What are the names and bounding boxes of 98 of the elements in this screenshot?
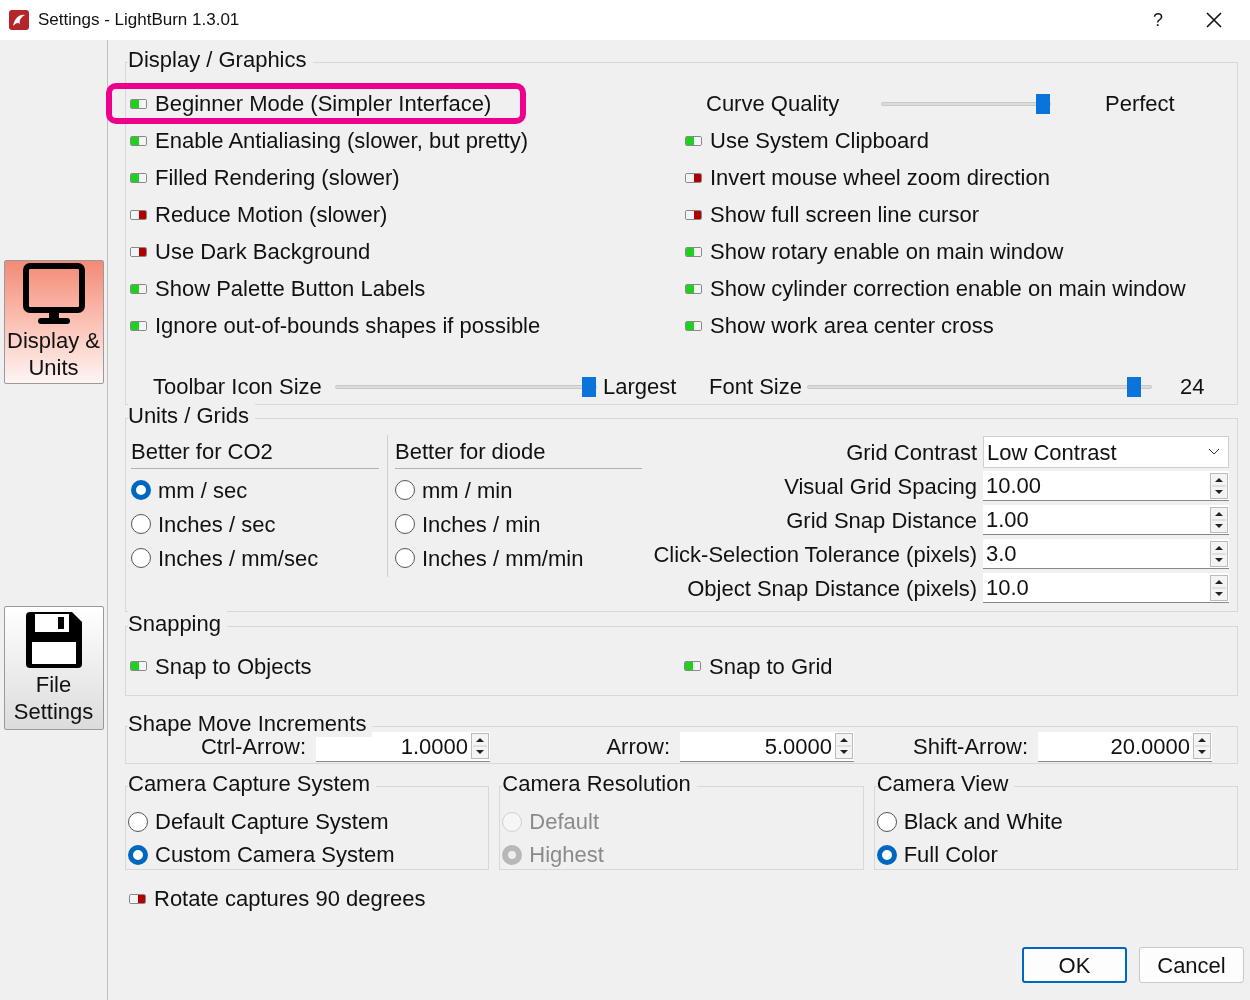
toggle-switch[interactable] — [130, 135, 147, 146]
field-label: Click-Selection Tolerance (pixels) — [653, 540, 977, 569]
toggle-label: Reduce Motion (slower) — [155, 201, 388, 229]
slider-label: Toolbar Icon Size — [153, 373, 323, 401]
field-label: Shift-Arrow: — [912, 733, 1029, 761]
radio-button[interactable] — [131, 514, 151, 534]
toggle-label: Show work area center cross — [710, 312, 994, 340]
radio-button[interactable] — [395, 480, 415, 500]
toggle-switch[interactable] — [685, 283, 702, 294]
spin-box[interactable]: 3.0 — [983, 539, 1229, 569]
radio-button[interactable] — [131, 480, 151, 500]
toggle-label: Invert mouse wheel zoom direction — [710, 164, 1050, 192]
spin-box[interactable]: 1.0000 — [316, 731, 490, 762]
field-label: Visual Grid Spacing — [784, 472, 977, 501]
app-logo-icon — [8, 9, 30, 31]
field-label: Grid Contrast — [846, 438, 977, 467]
toggle-label: Ignore out-of-bounds shapes if possible — [155, 312, 541, 340]
toggle-label: Beginner Mode (Simpler Interface) — [155, 90, 492, 118]
spin-box[interactable]: 1.00 — [983, 505, 1229, 535]
spin-arrows[interactable] — [835, 733, 853, 759]
toggle-label: Show rotary enable on main window — [710, 238, 1064, 266]
radio-label: Black and White — [903, 808, 1063, 836]
ok-button[interactable]: OK — [1022, 947, 1127, 983]
toggle-switch[interactable] — [130, 661, 147, 671]
radio-button[interactable] — [395, 514, 415, 534]
toggle-label: Show cylinder correction enable on main window — [710, 275, 1186, 303]
radio-label: Inches / sec — [158, 510, 276, 539]
radio-label: Full Color — [903, 841, 998, 869]
spin-box[interactable]: 10.0 — [983, 573, 1229, 603]
radio-label: Custom Camera System — [155, 841, 395, 869]
radio-label: mm / min — [422, 476, 513, 505]
spin-box[interactable]: 20.0000 — [1038, 731, 1212, 762]
toggle-label: Filled Rendering (slower) — [155, 164, 400, 192]
cancel-button[interactable]: Cancel — [1139, 947, 1244, 983]
toggle-switch[interactable] — [685, 320, 702, 331]
slider-handle[interactable] — [1036, 93, 1050, 114]
radio-label: Highest — [529, 841, 604, 869]
sidebar-item[interactable]: File Settings — [3, 606, 104, 730]
toggle-switch[interactable] — [129, 893, 146, 904]
radio-label: Default Capture System — [155, 808, 389, 836]
spin-arrows[interactable] — [1210, 574, 1228, 601]
spin-arrows[interactable] — [1210, 472, 1228, 499]
chevron-down-icon — [1208, 448, 1220, 456]
toggle-label: Snap to Objects — [155, 652, 312, 681]
toggle-label: Enable Antialiasing (slower, but pretty) — [155, 127, 528, 155]
slider-label: Font Size — [709, 373, 803, 401]
monitor-icon — [22, 263, 85, 327]
slider-value: Largest — [603, 373, 678, 401]
toggle-label: Show Palette Button Labels — [155, 275, 426, 303]
radio-button[interactable] — [876, 811, 897, 832]
toggle-label: Use Dark Background — [155, 238, 371, 266]
help-button[interactable]: ? — [1138, 5, 1178, 35]
toggle-switch[interactable] — [130, 283, 147, 294]
radio-label: Default — [529, 808, 600, 836]
column-heading: Better for CO2 — [131, 435, 379, 469]
column-heading: Better for diode — [395, 435, 642, 469]
spin-arrows[interactable] — [1193, 733, 1211, 759]
spin-arrows[interactable] — [1210, 540, 1228, 567]
radio-button[interactable] — [128, 811, 148, 832]
toggle-switch[interactable] — [685, 135, 702, 146]
toggle-switch[interactable] — [684, 661, 701, 671]
toggle-label: Show full screen line cursor — [710, 201, 979, 229]
toggle-switch[interactable] — [685, 209, 702, 220]
spin-box[interactable]: 10.00 — [983, 471, 1229, 501]
toggle-switch[interactable] — [130, 98, 147, 109]
toggle-switch[interactable] — [685, 246, 702, 257]
radio-button[interactable] — [876, 844, 897, 865]
toggle-label: Rotate captures 90 degrees — [154, 885, 426, 913]
toggle-switch[interactable] — [130, 172, 147, 183]
slider-handle[interactable] — [582, 376, 596, 397]
slider-value: 24 — [1180, 373, 1205, 401]
sidebar-item[interactable]: Display & Units — [3, 260, 104, 384]
radio-label: Inches / mm/min — [422, 544, 584, 573]
toggle-switch[interactable] — [130, 320, 147, 331]
radio-label: Inches / min — [422, 510, 541, 539]
slider-label: Curve Quality — [706, 90, 841, 118]
radio-button[interactable] — [128, 844, 148, 865]
close-icon — [1206, 12, 1222, 28]
spin-arrows[interactable] — [1210, 506, 1228, 533]
window-title: Settings - LightBurn 1.3.01 — [38, 9, 240, 32]
spin-arrows[interactable] — [471, 733, 489, 759]
toggle-label: Snap to Grid — [709, 652, 833, 681]
field-label: Arrow: — [605, 733, 671, 761]
slider-value: Perfect — [1105, 90, 1175, 118]
radio-button[interactable] — [395, 548, 415, 568]
toggle-label: Use System Clipboard — [710, 127, 929, 155]
field-label: Object Snap Distance (pixels) — [687, 574, 977, 603]
radio-button[interactable] — [131, 548, 151, 568]
slider-handle[interactable] — [1127, 376, 1142, 397]
dropdown[interactable]: Low Contrast — [983, 436, 1229, 468]
spin-box[interactable]: 5.0000 — [680, 731, 854, 762]
radio-label: mm / sec — [158, 476, 248, 505]
radio-label: Inches / mm/sec — [158, 544, 319, 573]
group-title: Snapping — [128, 611, 227, 637]
toggle-switch[interactable] — [130, 246, 147, 257]
toggle-switch[interactable] — [130, 209, 147, 220]
toggle-switch[interactable] — [685, 172, 702, 183]
field-label: Grid Snap Distance — [786, 506, 977, 535]
